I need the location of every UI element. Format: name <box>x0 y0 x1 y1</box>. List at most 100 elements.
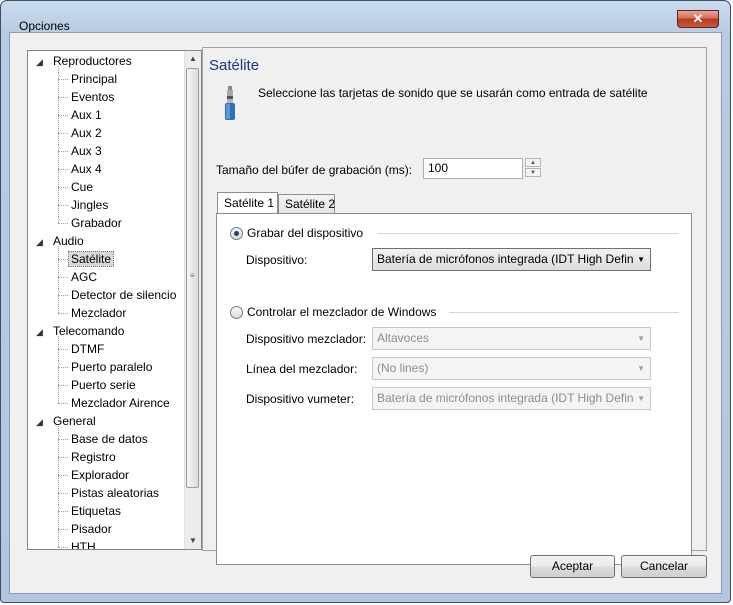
scroll-thumb[interactable]: ≡ <box>186 68 199 488</box>
tree-connector <box>58 385 68 386</box>
tree-group-label: Reproductores <box>53 54 132 68</box>
tree-item-label: Grabador <box>71 216 122 230</box>
cancel-button[interactable]: Cancelar <box>621 555 707 578</box>
mixer-radio[interactable] <box>230 306 243 319</box>
tree-item[interactable]: Registro <box>68 448 119 466</box>
buffer-size-spinner[interactable]: ▲ ▼ <box>525 158 541 179</box>
tree-connector <box>58 66 59 223</box>
spin-up-icon[interactable]: ▲ <box>525 158 541 167</box>
tree-group[interactable]: ◢ Reproductores <box>36 52 135 70</box>
tree-content: ◢ Reproductores Principal Eventos Aux 1 Aux 2… <box>28 51 186 549</box>
scroll-up-icon[interactable]: ▲ <box>185 51 201 67</box>
accept-button[interactable]: Aceptar <box>530 555 615 578</box>
mixer-line-label: Línea del mezclador: <box>246 362 358 376</box>
mixer-option-label[interactable]: Controlar el mezclador de Windows <box>247 305 436 319</box>
device-select-value: Batería de micrófonos integrada (IDT Hig… <box>377 252 634 266</box>
tree-item-label: HTH <box>71 540 96 549</box>
tree-item-label: Pisador <box>71 522 112 536</box>
mixer-line-select[interactable]: (No lines) ▼ <box>372 357 651 380</box>
tree-item[interactable]: Grabador <box>68 214 125 232</box>
tree-item[interactable]: Mezclador <box>68 304 129 322</box>
tree-connector <box>58 246 59 313</box>
panel-title: Satélite <box>209 57 260 74</box>
chevron-down-icon: ▼ <box>637 364 645 373</box>
tree-group[interactable]: ◢ General <box>36 412 99 430</box>
tree-item[interactable]: Principal <box>68 70 120 88</box>
chevron-down-icon: ▼ <box>637 334 645 343</box>
mixer-device-label: Dispositivo mezclador: <box>246 332 367 346</box>
tree-item-label: Puerto paralelo <box>71 360 153 374</box>
tree-item[interactable]: Puerto serie <box>68 376 139 394</box>
tab-satelite-1[interactable]: Satélite 1 <box>217 192 278 213</box>
tree-item[interactable]: Pisador <box>68 520 115 538</box>
mixer-device-select[interactable]: Altavoces ▼ <box>372 327 651 350</box>
expand-arrow-icon[interactable]: ◢ <box>36 413 50 431</box>
tree-item[interactable]: Jingles <box>68 196 111 214</box>
scroll-down-icon[interactable]: ▼ <box>185 533 201 549</box>
tree-item-label: Explorador <box>71 468 130 482</box>
tree-item[interactable]: Detector de silencio <box>68 286 179 304</box>
tree-connector <box>58 475 68 476</box>
tree-item-label: AGC <box>71 270 98 284</box>
expand-arrow-icon[interactable]: ◢ <box>36 323 50 341</box>
tree-connector <box>58 547 68 548</box>
tree-item-label: Aux 1 <box>71 108 102 122</box>
tree-connector <box>58 169 68 170</box>
tree-item[interactable]: HTH <box>68 538 99 549</box>
device-label: Dispositivo: <box>246 253 308 267</box>
tree-item-label: Registro <box>71 450 116 464</box>
mixer-line-value: (No lines) <box>377 361 429 375</box>
tree-item[interactable]: Puerto paralelo <box>68 358 155 376</box>
tree-item[interactable]: Pistas aleatorias <box>68 484 162 502</box>
tree-connector <box>58 313 68 314</box>
spin-down-icon[interactable]: ▼ <box>525 168 541 177</box>
tree-item[interactable]: Cue <box>68 178 96 196</box>
tree-connector <box>58 403 68 404</box>
record-device-radio[interactable] <box>230 227 243 240</box>
record-device-option-label[interactable]: Grabar del dispositivo <box>247 226 363 240</box>
device-select[interactable]: Batería de micrófonos integrada (IDT Hig… <box>372 248 651 271</box>
mixer-device-value: Altavoces <box>377 331 430 345</box>
tree-item-label: Cue <box>71 180 94 194</box>
tree-item[interactable]: Aux 4 <box>68 160 105 178</box>
jack-plug-icon <box>225 86 235 120</box>
tree-connector <box>58 349 68 350</box>
tree-connector <box>58 133 68 134</box>
close-button[interactable]: ✕ <box>677 10 719 28</box>
tree-item-label: Principal <box>71 72 118 86</box>
buffer-size-input[interactable]: 100 <box>423 158 523 179</box>
tree-item[interactable]: Etiquetas <box>68 502 124 520</box>
tree-connector <box>58 439 68 440</box>
options-tree: ◢ Reproductores Principal Eventos Aux 1 Aux 2… <box>27 50 202 550</box>
tree-item-label: Detector de silencio <box>71 288 177 302</box>
tree-item[interactable]: Aux 2 <box>68 124 105 142</box>
tree-item-label: Aux 4 <box>71 162 102 176</box>
tree-item-label: Puerto serie <box>71 378 136 392</box>
tree-scrollbar[interactable]: ▲ ≡ ▼ <box>184 51 201 549</box>
tree-group[interactable]: ◢ Telecomando <box>36 322 127 340</box>
window-title: Opciones <box>19 19 70 33</box>
tree-connector <box>58 223 68 224</box>
tab-satelite-2[interactable]: Satélite 2 <box>278 194 335 213</box>
tree-group[interactable]: ◢ Audio <box>36 232 87 250</box>
group-separator <box>377 233 679 234</box>
group-separator <box>449 312 679 313</box>
tree-item[interactable]: Explorador <box>68 466 132 484</box>
tree-item[interactable]: Aux 1 <box>68 106 105 124</box>
expand-arrow-icon[interactable]: ◢ <box>36 233 50 251</box>
tab-content: Grabar del dispositivo Dispositivo: Bate… <box>216 213 692 565</box>
expand-arrow-icon[interactable]: ◢ <box>36 53 50 71</box>
tree-item[interactable]: Aux 3 <box>68 142 105 160</box>
vumeter-device-select[interactable]: Batería de micrófonos integrada (IDT Hig… <box>372 387 651 410</box>
tree-connector <box>58 187 68 188</box>
grip-icon: ≡ <box>190 271 195 280</box>
tree-item-label: Aux 2 <box>71 126 102 140</box>
tree-item[interactable]: DTMF <box>68 340 107 358</box>
tree-item[interactable]: Satélite <box>68 250 115 268</box>
tree-item[interactable]: Base de datos <box>68 430 151 448</box>
tree-item[interactable]: AGC <box>68 268 100 286</box>
tree-item[interactable]: Eventos <box>68 88 117 106</box>
title-bar[interactable]: Opciones ✕ <box>1 1 730 33</box>
tree-item[interactable]: Mezclador Airence <box>68 394 173 412</box>
tree-item-label: Mezclador <box>71 306 127 320</box>
